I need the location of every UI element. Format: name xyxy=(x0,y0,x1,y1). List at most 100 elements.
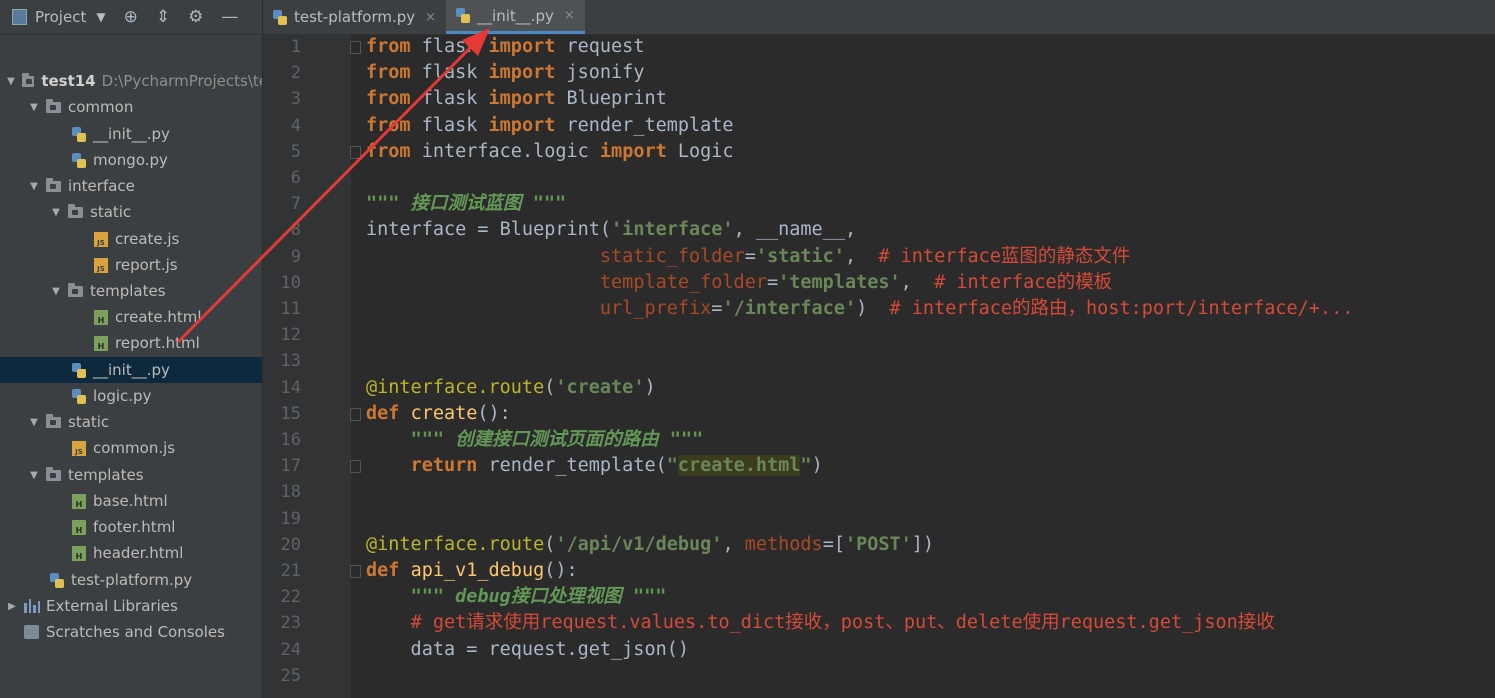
tab--init-py[interactable]: __init__.py × xyxy=(446,0,585,34)
python-file-icon xyxy=(72,126,86,142)
tree-item-label: report.js xyxy=(115,256,178,274)
code-text: from flask import render_template xyxy=(366,114,734,136)
tree-item-report-js[interactable]: JS report.js xyxy=(0,252,262,278)
python-file-icon xyxy=(50,572,64,588)
code-line: 22 """ debug接口处理视图 """ xyxy=(263,584,1495,610)
chevron-down-icon[interactable]: ▼ xyxy=(6,76,16,87)
line-number: 16 xyxy=(280,430,301,450)
folder-icon xyxy=(46,413,61,428)
tree-item-interface[interactable]: ▼ interface xyxy=(0,173,262,199)
line-number: 8 xyxy=(290,220,301,241)
line-number: 24 xyxy=(280,639,301,660)
chevron-down-icon[interactable]: ▼ xyxy=(28,470,40,481)
tree-item-test14[interactable]: ▼ test14 D:\PycharmProjects\te xyxy=(0,68,262,94)
line-number: 23 xyxy=(280,613,301,634)
fold-marker-icon[interactable] xyxy=(350,407,361,421)
minimize-icon[interactable]: — xyxy=(221,7,238,27)
tree-item-create-js[interactable]: JS create.js xyxy=(0,226,262,252)
python-file-icon xyxy=(273,9,287,25)
tree-item-report-html[interactable]: Hreport.html xyxy=(0,330,262,356)
code-line: 1 from flask import request xyxy=(263,34,1495,60)
tree-item-footer-html[interactable]: Hfooter.html xyxy=(0,514,262,540)
fold-marker-icon[interactable] xyxy=(350,565,361,578)
tree-item-create-html[interactable]: Hcreate.html xyxy=(0,304,262,330)
tree-item-label: common xyxy=(68,98,134,116)
tree-item-label: create.js xyxy=(115,230,180,248)
line-number: 17 xyxy=(280,456,301,477)
tree-item-mongo-py[interactable]: mongo.py xyxy=(0,147,262,173)
chevron-right-icon[interactable]: ▶ xyxy=(6,601,18,612)
tree-item--init-py[interactable]: __init__.py xyxy=(0,357,262,383)
code-text: from flask import Blueprint xyxy=(366,88,667,110)
tree-item-templates[interactable]: ▼ templates xyxy=(0,462,262,488)
close-icon[interactable]: × xyxy=(564,8,575,23)
tree-item-static[interactable]: ▼ static xyxy=(0,199,262,225)
line-number: 9 xyxy=(290,246,301,267)
tree-item-common[interactable]: ▼ common xyxy=(0,94,262,120)
code-text: """ 创建接口测试页面的路由 """ xyxy=(410,429,704,450)
line-number: 15 xyxy=(280,403,301,424)
tree-item-label: create.html xyxy=(115,308,202,326)
tree-item-logic-py[interactable]: logic.py xyxy=(0,383,262,409)
code-line: 16 """ 创建接口测试页面的路由 """ xyxy=(263,427,1495,453)
tree-item-scratches-and-consoles[interactable]: Scratches and Consoles xyxy=(0,619,262,645)
tree-item-test-platform-py[interactable]: test-platform.py xyxy=(0,567,262,593)
code-text: @interface.route('/api/v1/debug', method… xyxy=(366,533,935,555)
tree-item-label: Scratches and Consoles xyxy=(46,623,225,641)
tree-item-external-libraries[interactable]: ▶ External Libraries xyxy=(0,593,262,619)
js-file-icon: JS xyxy=(94,231,108,247)
code-line: 17 return render_template("create.html") xyxy=(263,453,1495,479)
code-line: 13 xyxy=(263,348,1495,374)
code-editor[interactable]: test-platform.py × __init__.py × 1 from flas… xyxy=(263,0,1495,698)
tree-item-label: footer.html xyxy=(93,518,176,536)
project-title[interactable]: Project xyxy=(35,8,86,26)
python-file-icon xyxy=(72,388,86,404)
code-line: 20 @interface.route('/api/v1/debug', meth… xyxy=(263,532,1495,558)
html-file-icon: H xyxy=(94,309,108,325)
code-text: """ 接口测试蓝图 """ xyxy=(366,193,567,215)
line-number: 2 xyxy=(290,63,301,84)
fold-marker-icon[interactable] xyxy=(350,460,361,474)
tree-item-label: External Libraries xyxy=(46,597,178,615)
tree-item-label: mongo.py xyxy=(93,151,168,169)
code-text: @interface.route('create') xyxy=(366,376,656,398)
line-number: 12 xyxy=(280,325,301,346)
fold-marker-icon[interactable] xyxy=(350,145,361,159)
line-number: 13 xyxy=(280,351,301,372)
tree-item-label: __init__.py xyxy=(93,125,170,143)
code-line: 4 from flask import render_template xyxy=(263,113,1495,139)
fold-marker-icon[interactable] xyxy=(350,41,361,54)
tree-item-label: templates xyxy=(90,282,166,300)
python-file-icon xyxy=(456,8,471,23)
library-icon xyxy=(24,599,40,613)
line-number: 22 xyxy=(280,587,301,608)
code-line: 10 template_folder='templates', # interf… xyxy=(263,270,1495,296)
code-text: template_folder='templates', # interface… xyxy=(599,271,1113,293)
tab-test-platform-py[interactable]: test-platform.py × xyxy=(263,0,446,34)
chevron-down-icon[interactable]: ▼ xyxy=(96,10,105,24)
tree-item-templates[interactable]: ▼ templates xyxy=(0,278,262,304)
tree-item--init-py[interactable]: __init__.py xyxy=(0,121,262,147)
code-line: 24 data = request.get_json() xyxy=(263,637,1495,663)
gear-icon[interactable]: ⚙ xyxy=(188,7,203,27)
tree-item-base-html[interactable]: Hbase.html xyxy=(0,488,262,514)
code-line: 7 """ 接口测试蓝图 """ xyxy=(263,191,1495,217)
chevron-down-icon[interactable]: ▼ xyxy=(28,102,40,113)
chevron-down-icon[interactable]: ▼ xyxy=(50,286,62,297)
code-line: 8 interface = Blueprint('interface', __na… xyxy=(263,217,1495,243)
close-icon[interactable]: × xyxy=(425,10,436,25)
locate-icon[interactable]: ⊕ xyxy=(124,7,138,27)
chevron-down-icon[interactable]: ▼ xyxy=(50,207,62,218)
chevron-down-icon[interactable]: ▼ xyxy=(28,181,40,192)
code-text: data = request.get_json() xyxy=(366,638,690,660)
python-file-icon xyxy=(72,362,86,378)
chevron-down-icon[interactable]: ▼ xyxy=(28,417,40,428)
folder-icon xyxy=(68,282,83,297)
tree-item-header-html[interactable]: Hheader.html xyxy=(0,540,262,566)
collapse-icon[interactable]: ⇕ xyxy=(156,7,170,27)
tree-item-static[interactable]: ▼ static xyxy=(0,409,262,435)
code-line: 14 @interface.route('create') xyxy=(263,375,1495,401)
code-text: from flask import jsonify xyxy=(366,62,645,84)
code-text: def create(): xyxy=(366,402,511,424)
tree-item-common-js[interactable]: JS common.js xyxy=(0,435,262,461)
